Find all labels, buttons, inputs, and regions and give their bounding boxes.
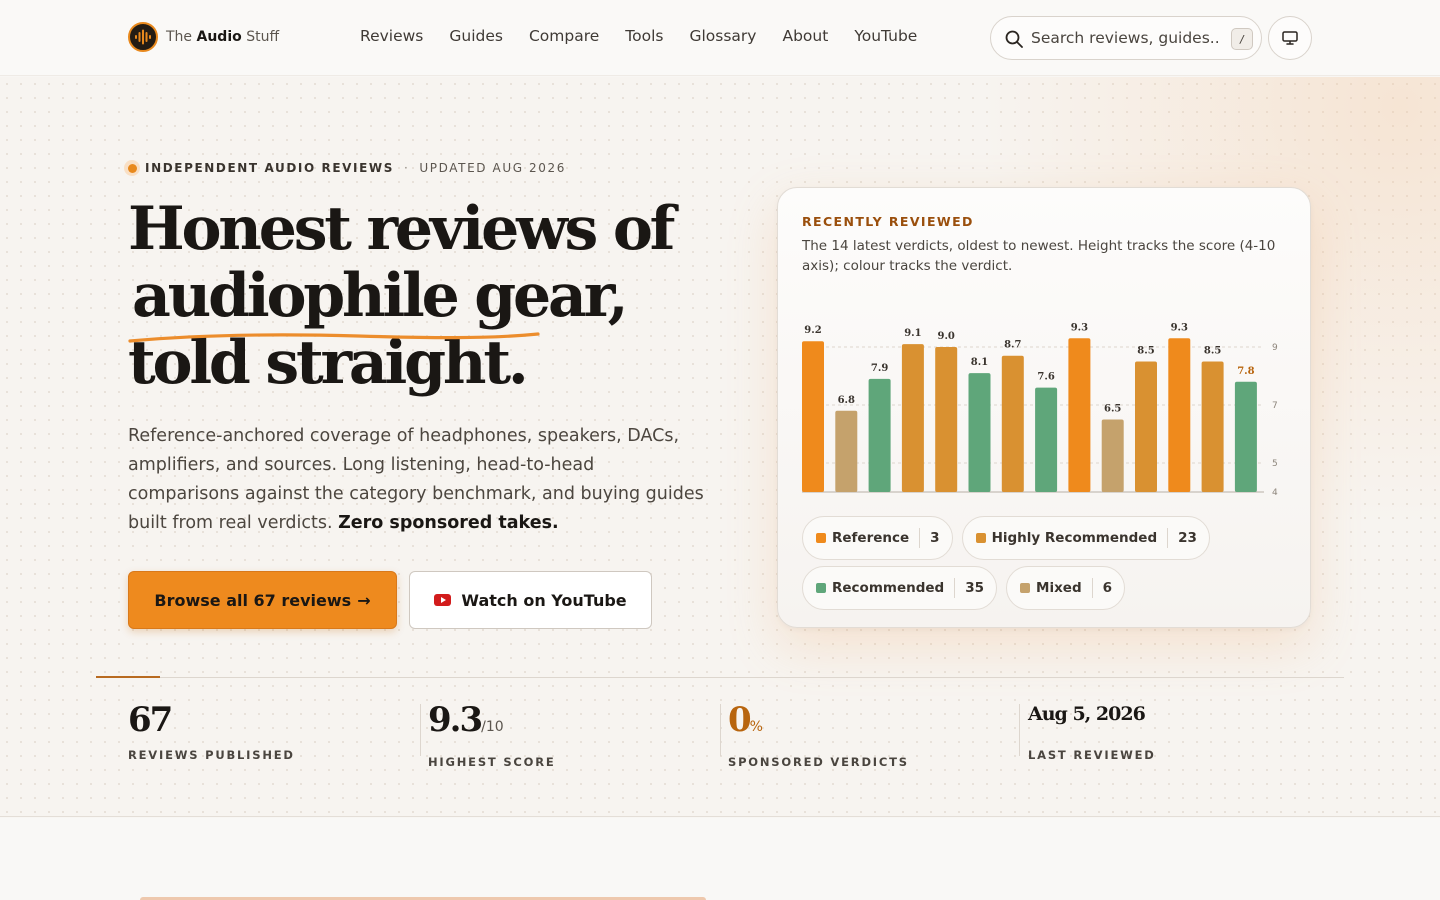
bar-value-label: 7.8 (1237, 366, 1254, 377)
search-box[interactable]: / (990, 16, 1262, 60)
score-bar (935, 347, 958, 492)
score-bar (1001, 355, 1024, 492)
hero-eyebrow: INDEPENDENT AUDIO REVIEWS · UPDATED AUG … (124, 160, 566, 176)
bar-value-label: 8.1 (971, 357, 988, 368)
verdict-legend: Reference 3 Highly Recommended 23 Recomm… (802, 516, 1292, 616)
updated-date: UPDATED AUG 2026 (419, 161, 566, 175)
score-bar (901, 344, 924, 492)
score-bar (1201, 361, 1224, 492)
stat-value: 67 (128, 700, 173, 740)
bar-value-label: 6.8 (838, 395, 855, 406)
nav-reviews[interactable]: Reviews (360, 27, 423, 45)
nav-youtube[interactable]: YouTube (854, 27, 917, 45)
bar-value-label: 8.7 (1004, 340, 1021, 351)
title-line-1: Honest reviews of (128, 194, 675, 264)
stat-value: 0% (728, 700, 763, 740)
legend-reference[interactable]: Reference 3 (802, 516, 953, 560)
legend-swatch (975, 533, 986, 543)
nav-compare[interactable]: Compare (529, 27, 599, 45)
status-dot-icon (124, 160, 140, 176)
nav-tools[interactable]: Tools (625, 27, 663, 45)
title-highlight: audiophile gear, (128, 263, 630, 330)
legend-swatch (1020, 583, 1031, 593)
stats-divider (96, 677, 1344, 678)
highlight-underline-icon (128, 332, 540, 343)
score-bar (1101, 419, 1124, 492)
bar-value-label: 7.9 (871, 363, 888, 374)
legend-highly-recommended[interactable]: Highly Recommended 23 (961, 516, 1210, 560)
stat-value: Aug 5, 2026 (1028, 703, 1146, 725)
score-bar (1135, 361, 1157, 492)
y-tick-label: 5 (1272, 459, 1278, 469)
site-header: The Audio Stuff Reviews Guides Compare T… (0, 0, 1440, 76)
arrow-right-icon: → (357, 590, 371, 610)
bar-value-label: 8.5 (1137, 346, 1154, 357)
score-bar (1035, 387, 1058, 492)
score-bar (1068, 338, 1091, 492)
waveform-logo-icon (128, 22, 158, 52)
bar-value-label: 6.5 (1104, 404, 1121, 415)
bar-value-label: 9.0 (937, 331, 954, 342)
next-section (0, 818, 1440, 900)
nav-about[interactable]: About (782, 27, 828, 45)
monitor-icon (1282, 31, 1298, 45)
legend-swatch (816, 533, 826, 543)
stat-label: LAST REVIEWED (1028, 748, 1156, 762)
display-theme-button[interactable] (1268, 16, 1312, 60)
score-bar (868, 378, 891, 492)
page-title: Honest reviews of audiophile gear, told … (128, 196, 748, 397)
legend-recommended[interactable]: Recommended 35 (802, 566, 998, 610)
stat-label: SPONSORED VERDICTS (728, 755, 909, 769)
stat-label: REVIEWS PUBLISHED (128, 748, 295, 762)
bar-value-label: 9.1 (904, 328, 921, 339)
eyebrow-label: INDEPENDENT AUDIO REVIEWS (145, 161, 394, 175)
legend-swatch (816, 583, 826, 593)
bar-value-label: 9.3 (1071, 322, 1088, 333)
youtube-icon (434, 594, 452, 606)
score-bar (835, 410, 858, 492)
recently-reviewed-card: RECENTLY REVIEWED The 14 latest verdicts… (777, 187, 1311, 628)
y-tick-label: 4 (1272, 488, 1278, 498)
stat-label: HIGHEST SCORE (428, 755, 556, 769)
score-bar (1234, 381, 1257, 492)
bar-value-label: 7.6 (1037, 372, 1054, 383)
search-icon (1005, 30, 1023, 48)
score-bar-chart: 4 5 7 9 9.2 6.8 7.9 9.1 9.0 8.1 8.7 7.6 9.3 6.5 8.5 9.3… (802, 322, 1278, 498)
stat-sponsored-verdicts: 0% SPONSORED VERDICTS (728, 700, 909, 769)
stat-highest-score: 9.3/10 HIGHEST SCORE (428, 700, 556, 769)
brand-name: The Audio Stuff (166, 29, 280, 45)
y-tick-label: 7 (1272, 401, 1278, 411)
legend-mixed[interactable]: Mixed 6 (1006, 566, 1126, 610)
score-bar (802, 341, 824, 492)
bar-value-label: 9.3 (1171, 322, 1188, 333)
site-logo[interactable]: The Audio Stuff (128, 22, 279, 52)
nav-guides[interactable]: Guides (449, 27, 503, 45)
watch-youtube-button[interactable]: Watch on YouTube (409, 571, 652, 629)
search-shortcut-key: / (1231, 28, 1253, 50)
y-tick-label: 9 (1272, 343, 1278, 353)
hero-description: Reference-anchored coverage of headphone… (128, 426, 704, 533)
bar-value-label: 9.2 (804, 325, 821, 336)
bar-value-label: 8.5 (1204, 346, 1221, 357)
stat-last-reviewed: Aug 5, 2026 LAST REVIEWED (1028, 700, 1156, 762)
browse-reviews-button[interactable]: Browse all 67 reviews → (128, 571, 397, 629)
nav-glossary[interactable]: Glossary (689, 27, 756, 45)
score-bar (968, 373, 991, 492)
eyebrow-separator: · (404, 161, 410, 175)
main-nav: Reviews Guides Compare Tools Glossary Ab… (360, 27, 917, 45)
score-bar (1168, 338, 1191, 492)
stat-reviews-published: 67 REVIEWS PUBLISHED (128, 700, 295, 762)
stat-value: 9.3/10 (428, 700, 504, 740)
stats-accent-bar (96, 676, 160, 678)
search-input[interactable] (1031, 27, 1221, 49)
no-sponsor-claim: Zero sponsored takes. (338, 513, 559, 533)
